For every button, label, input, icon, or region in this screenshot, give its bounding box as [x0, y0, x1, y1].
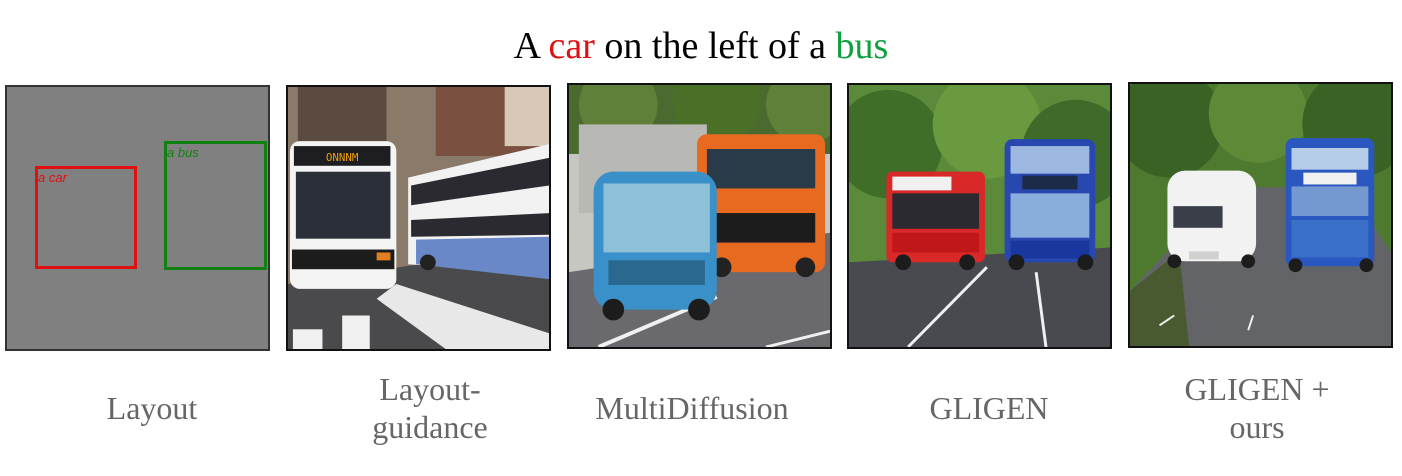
caption-layout-guidance-line2: guidance: [372, 409, 488, 445]
title-object-bus: bus: [835, 25, 889, 67]
multidiffusion-image: [567, 83, 832, 349]
car-box-label: a car: [38, 170, 67, 185]
figure-title: A car on the left of a bus: [0, 22, 1402, 70]
title-object-car: car: [548, 25, 595, 67]
caption-multidiffusion: MultiDiffusion: [552, 362, 832, 454]
layout-guidance-image: ONNNM: [286, 85, 551, 351]
title-prefix: A: [513, 25, 549, 67]
caption-gligen-ours-line1: GLIGEN +: [1184, 371, 1330, 407]
caption-layout: Layout: [12, 362, 292, 454]
caption-gligen: GLIGEN: [849, 362, 1129, 454]
svg-text:ONNNM: ONNNM: [326, 151, 359, 164]
bus-box-label: a bus: [167, 145, 199, 160]
layout-panel: a car a bus: [5, 85, 270, 351]
caption-layout-guidance-line1: Layout-: [379, 371, 481, 407]
caption-gligen-text: GLIGEN: [929, 390, 1049, 426]
caption-layout-guidance: Layout- guidance: [290, 362, 570, 454]
gligen-ours-image: [1128, 82, 1393, 348]
gligen-image: [847, 83, 1112, 349]
caption-multidiffusion-text: MultiDiffusion: [595, 390, 789, 426]
caption-layout-text: Layout: [106, 390, 198, 426]
caption-gligen-ours-line2: ours: [1229, 409, 1285, 445]
caption-gligen-ours: GLIGEN + ours: [1117, 362, 1397, 454]
title-middle: on the left of a: [594, 25, 836, 67]
bus-bounding-box: [164, 141, 267, 270]
